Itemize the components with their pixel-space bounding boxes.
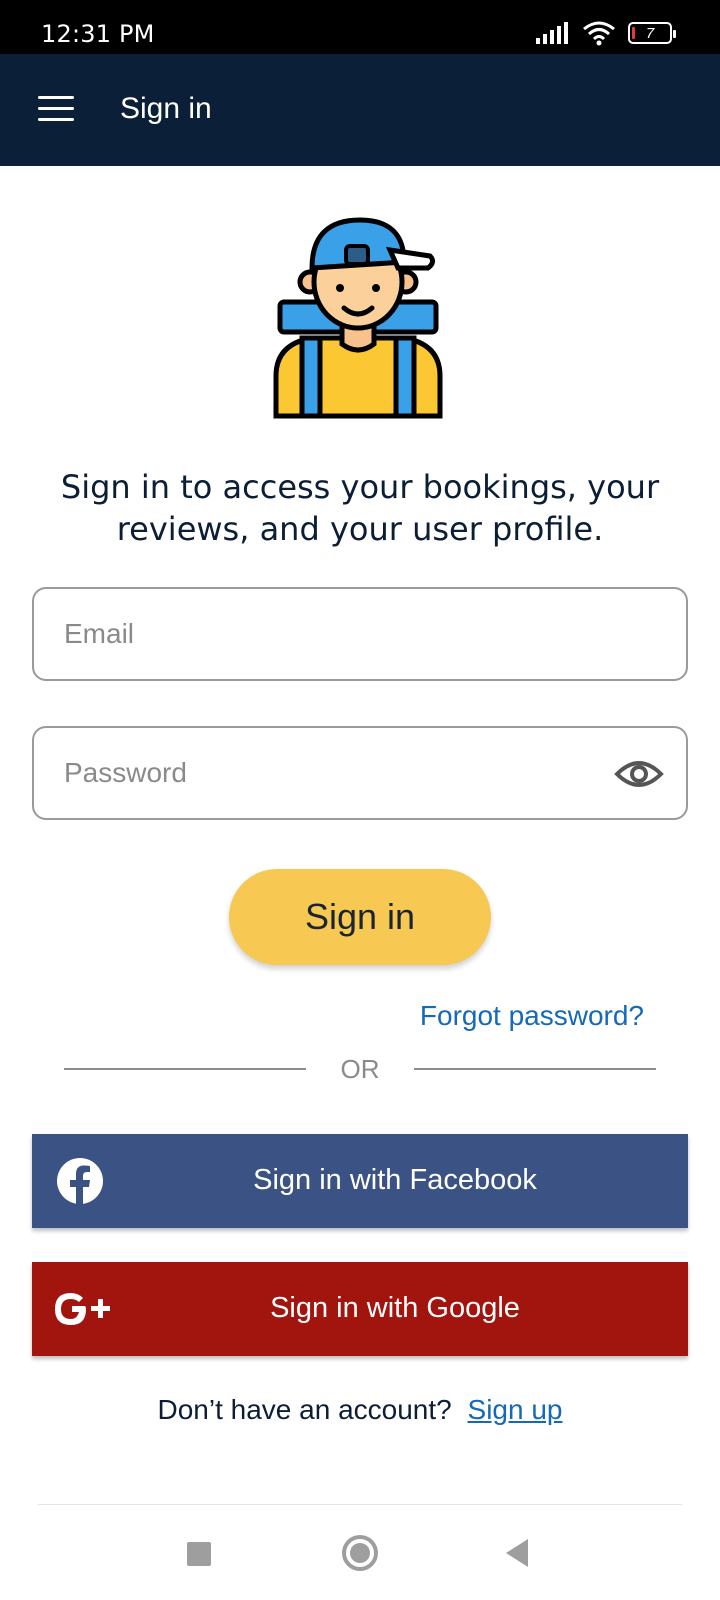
wifi-icon <box>583 21 615 46</box>
status-time: 12:31 PM <box>41 20 155 48</box>
traveler-backpack-illustration <box>273 217 443 419</box>
recents-button[interactable] <box>187 1542 211 1566</box>
password-field[interactable] <box>32 726 688 820</box>
google-sign-in-button[interactable]: Sign in with Google <box>32 1262 688 1356</box>
forgot-password-link[interactable]: Forgot password? <box>420 1000 644 1032</box>
battery-fill <box>632 27 635 39</box>
status-icons: 7 <box>536 18 676 48</box>
status-bar: 12:31 PM 7 <box>0 0 720 54</box>
sign-in-button[interactable]: Sign in <box>229 869 491 965</box>
or-divider-text: OR <box>340 1054 380 1084</box>
eye-icon[interactable] <box>614 754 664 794</box>
divider-left <box>64 1068 306 1070</box>
signup-row: Don’t have an account? Sign up <box>0 1394 720 1426</box>
home-button[interactable] <box>342 1535 378 1571</box>
back-button[interactable] <box>506 1539 528 1567</box>
battery-level: 7 <box>645 24 655 42</box>
hamburger-menu-icon[interactable] <box>38 96 74 124</box>
email-field[interactable] <box>32 587 688 681</box>
navigation-bar <box>0 1505 720 1600</box>
google-button-label: Sign in with Google <box>270 1292 520 1324</box>
password-input[interactable] <box>64 728 624 818</box>
page-title: Sign in <box>120 92 212 125</box>
facebook-button-label: Sign in with Facebook <box>253 1164 537 1196</box>
email-input[interactable] <box>64 589 624 679</box>
app-bar: Sign in <box>0 54 720 166</box>
battery-icon: 7 <box>628 22 676 44</box>
sign-up-link[interactable]: Sign up <box>468 1394 563 1425</box>
facebook-sign-in-button[interactable]: Sign in with Facebook <box>32 1134 688 1228</box>
divider-right <box>414 1068 656 1070</box>
signup-prompt: Don’t have an account? <box>157 1394 452 1425</box>
intro-text: Sign in to access your bookings, your re… <box>60 468 660 548</box>
signal-icon <box>536 22 568 44</box>
